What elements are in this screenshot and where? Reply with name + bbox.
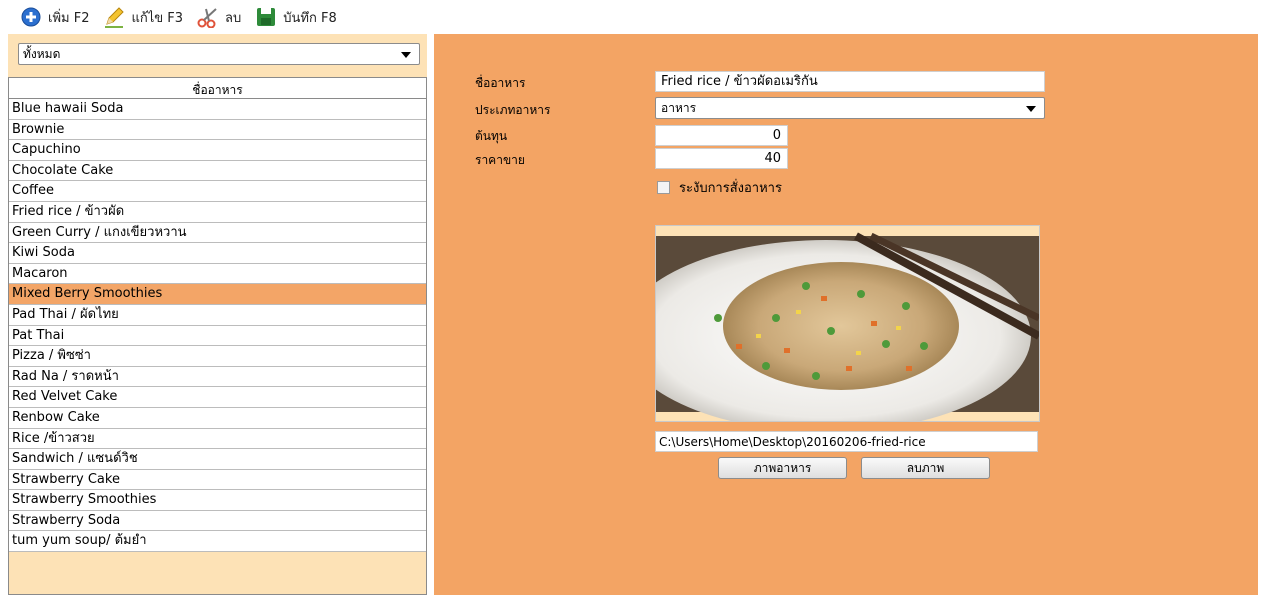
food-type-dropdown[interactable]: อาหาร — [655, 97, 1045, 119]
food-type-value: อาหาร — [661, 101, 697, 115]
fried-rice-photo — [621, 232, 1041, 432]
list-item[interactable]: Renbow Cake — [9, 407, 426, 429]
cost-field[interactable]: 0 — [655, 125, 788, 146]
image-path-field[interactable]: C:\Users\Home\Desktop\20160206-fried-ric… — [655, 431, 1038, 452]
delete-image-button[interactable]: ลบภาพ — [861, 457, 990, 479]
list-item[interactable]: Capuchino — [9, 140, 426, 161]
list-item[interactable]: Red Velvet Cake — [9, 387, 426, 408]
food-name-label: ชื่ออาหาร — [475, 76, 526, 90]
food-photo — [621, 225, 1041, 432]
list-item[interactable]: Brownie — [9, 119, 426, 141]
list-item-selected[interactable]: Mixed Berry Smoothies — [9, 284, 426, 305]
food-detail-panel: ชื่ออาหาร Fried rice / ข้าวผัดอเมริกัน ป… — [434, 34, 1258, 595]
choose-image-button[interactable]: ภาพอาหาร — [718, 457, 847, 479]
list-item[interactable]: Coffee — [9, 181, 426, 202]
food-type-label: ประเภทอาหาร — [475, 103, 551, 117]
save-button-label: บันทึก F8 — [283, 10, 337, 26]
list-item[interactable]: Strawberry Cake — [9, 469, 426, 491]
list-item[interactable]: Strawberry Soda — [9, 510, 426, 532]
list-item[interactable]: Rad Na / ราดหน้า — [9, 366, 426, 388]
list-item[interactable]: Kiwi Soda — [9, 243, 426, 264]
plus-circle-icon — [20, 6, 42, 28]
scissors-icon — [197, 6, 219, 29]
edit-button-label: แก้ไข F3 — [131, 10, 184, 26]
list-item[interactable]: Blue hawaii Soda — [9, 99, 426, 120]
chevron-down-icon[interactable] — [1026, 106, 1036, 112]
suspend-order-checkbox[interactable] — [657, 181, 670, 194]
cost-label: ต้นทุน — [475, 129, 508, 143]
list-item[interactable]: Sandwich / แซนด์วิช — [9, 449, 426, 470]
chevron-down-icon[interactable] — [401, 52, 411, 58]
floppy-disk-icon — [255, 6, 277, 28]
pencil-icon — [103, 6, 125, 28]
food-list-panel: ทั้งหมด ชื่ออาหาร Blue hawaii Soda Brown… — [8, 34, 427, 595]
delete-button-label: ลบ — [225, 10, 242, 26]
list-item[interactable]: Pat Thai — [9, 325, 426, 347]
price-field[interactable]: 40 — [655, 148, 788, 169]
list-item[interactable]: Strawberry Smoothies — [9, 490, 426, 511]
category-dropdown-value: ทั้งหมด — [23, 47, 61, 61]
list-item[interactable]: Macaron — [9, 263, 426, 285]
add-button[interactable]: เพิ่ม F2 — [20, 6, 89, 28]
list-item[interactable]: Chocolate Cake — [9, 160, 426, 182]
list-item[interactable]: Pizza / พิซซ่า — [9, 346, 426, 367]
delete-button[interactable]: ลบ — [197, 6, 242, 29]
food-list: ชื่ออาหาร Blue hawaii Soda Brownie Capuc… — [8, 77, 427, 595]
list-item[interactable]: tum yum soup/ ต้มยำ — [9, 531, 426, 553]
category-dropdown[interactable]: ทั้งหมด — [18, 43, 420, 65]
price-label: ราคาขาย — [475, 153, 525, 167]
edit-button[interactable]: แก้ไข F3 — [103, 6, 183, 28]
add-button-label: เพิ่ม F2 — [48, 10, 90, 26]
toolbar: เพิ่ม F2 แก้ไข F3 ลบ บันทึก F8 — [0, 0, 1264, 34]
list-item[interactable]: Pad Thai / ผัดไทย — [9, 304, 426, 326]
suspend-order-label: ระงับการสั่งอาหาร — [679, 181, 782, 196]
list-header-food-name[interactable]: ชื่ออาหาร — [9, 78, 426, 99]
list-item[interactable]: Fried rice / ข้าวผัด — [9, 201, 426, 223]
suspend-order-option[interactable]: ระงับการสั่งอาหาร — [657, 177, 782, 198]
list-item[interactable]: Rice /ข้าวสวย — [9, 428, 426, 450]
save-button[interactable]: บันทึก F8 — [255, 6, 337, 28]
food-name-field[interactable]: Fried rice / ข้าวผัดอเมริกัน — [655, 71, 1045, 92]
list-item[interactable]: Green Curry / แกงเขียวหวาน — [9, 222, 426, 244]
